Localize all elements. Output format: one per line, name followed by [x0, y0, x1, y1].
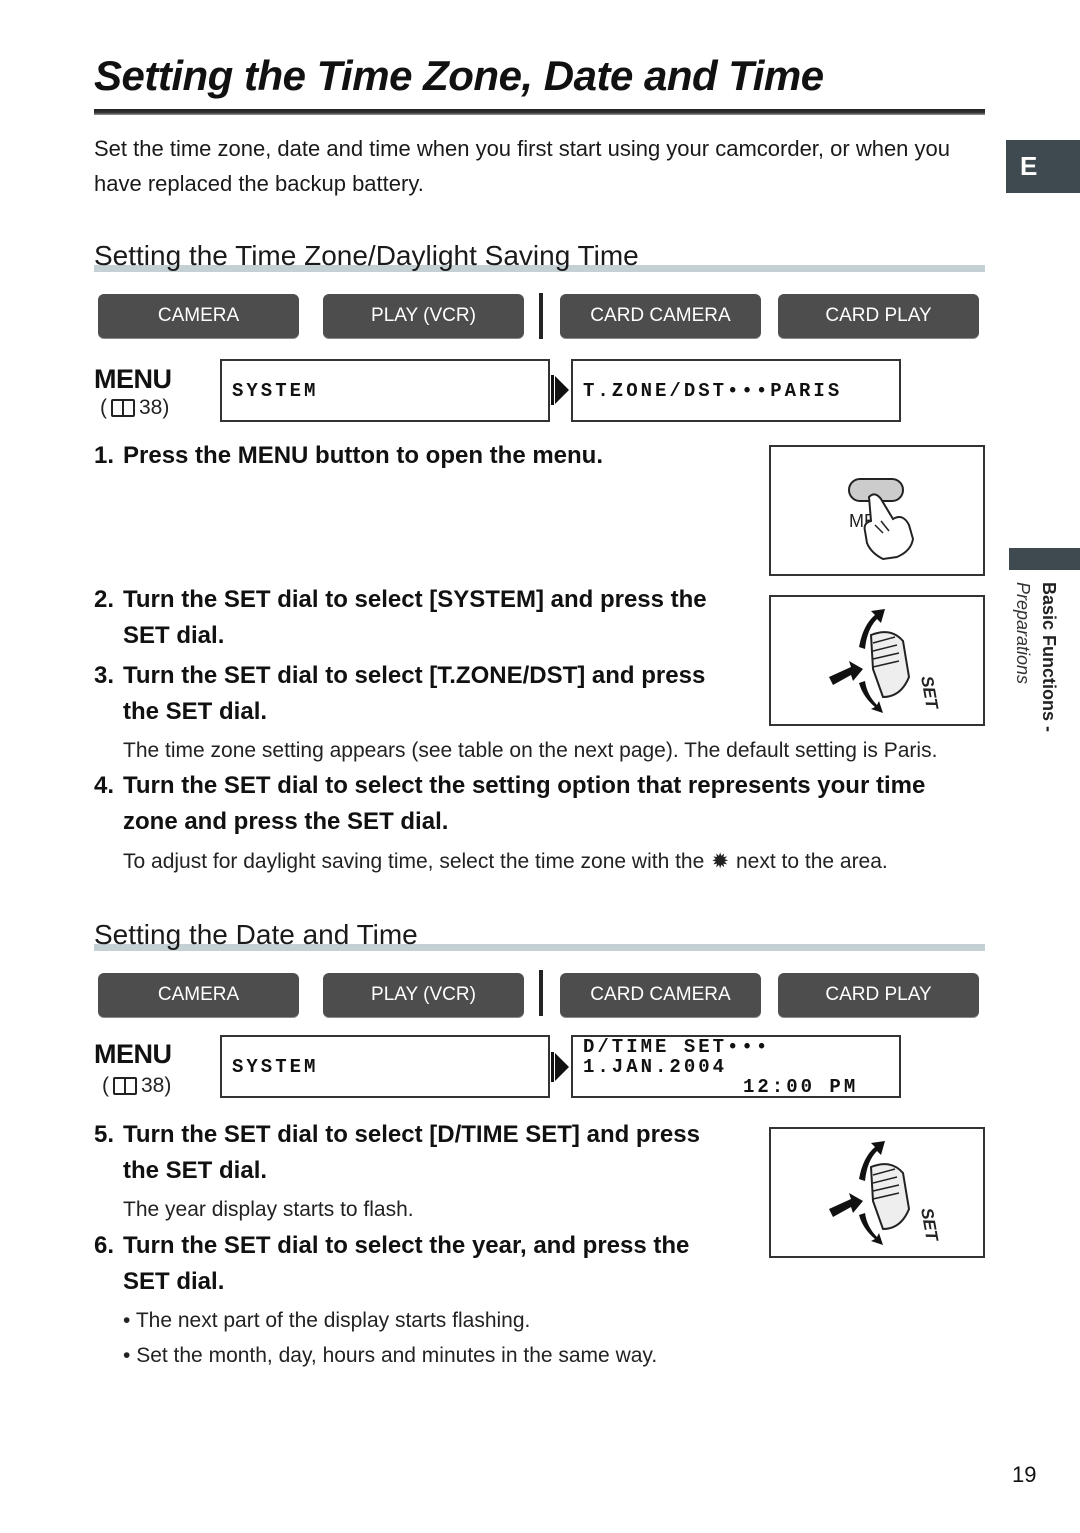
page-title: Setting the Time Zone, Date and Time — [94, 52, 824, 99]
lcd-menu-tzone: T.ZONE/DST•••PARIS — [571, 359, 901, 422]
ref-page: 38) — [139, 396, 170, 419]
note-step-4: To adjust for daylight saving time, sele… — [123, 847, 888, 877]
mode-play-vcr: PLAY (VCR) — [323, 973, 524, 1017]
section-title-date-time: Setting the Date and Time — [94, 919, 418, 950]
set-dial-icon: SET — [829, 1141, 942, 1245]
mode-card-camera: CARD CAMERA — [560, 973, 761, 1017]
intro-paragraph: Set the time zone, date and time when yo… — [94, 136, 950, 196]
step-2: 2. Turn the SET dial to select [SYSTEM] a… — [94, 586, 707, 649]
mode-camera: CAMERA — [98, 294, 299, 338]
mode-camera: CAMERA — [98, 973, 299, 1017]
page-number: 19 — [1012, 1462, 1037, 1487]
menu-logo: MENU — [94, 1039, 172, 1069]
lcd-text: SYSTEM — [232, 1055, 319, 1078]
step-1: 1. Press the MENU button to open the menu… — [94, 442, 604, 469]
lcd-text-line1: D/TIME SET••• 1.JAN.2004 — [583, 1035, 771, 1078]
mode-play-vcr: PLAY (VCR) — [323, 294, 524, 338]
section-title-time-zone: Setting the Time Zone/Daylight Saving Ti… — [94, 240, 639, 271]
set-dial-illustration: SET — [769, 1127, 985, 1258]
title-rule — [94, 109, 985, 115]
mode-card-camera: CARD CAMERA — [560, 294, 761, 338]
double-arrow-icon — [551, 375, 569, 405]
illus-set-label: SET — [917, 674, 942, 711]
mode-separator — [539, 970, 543, 1016]
language-tab: E — [1006, 140, 1080, 193]
menu-page-ref: ( 38) — [100, 396, 169, 420]
menu-page-ref: ( 38) — [102, 1074, 171, 1098]
finger-press-icon: ME — [848, 478, 915, 561]
book-icon — [113, 1077, 137, 1095]
note-step-3: The time zone setting appears (see table… — [123, 739, 938, 762]
step-5: 5. Turn the SET dial to select [D/TIME SE… — [94, 1121, 700, 1184]
menu-logo: MENU — [94, 364, 172, 394]
set-dial-illustration: SET — [769, 595, 985, 726]
ref-open: ( — [100, 396, 107, 419]
step-3: 3. Turn the SET dial to select [T.ZONE/DS… — [94, 662, 706, 725]
chapter-tab — [1009, 548, 1080, 570]
lcd-text: T.ZONE/DST•••PARIS — [583, 379, 843, 402]
bullet-item: • Set the month, day, hours and minutes … — [123, 1344, 658, 1367]
lcd-text-line2: 12:00 PM — [743, 1075, 859, 1098]
lcd-menu-datetime: D/TIME SET••• 1.JAN.2004 12:00 PM — [571, 1035, 901, 1098]
note-step-5: The year display starts to flash. — [123, 1198, 414, 1221]
mode-card-play: CARD PLAY — [778, 294, 979, 338]
ref-open: ( — [102, 1074, 109, 1097]
menu-button-illustration: ME — [769, 445, 985, 576]
ref-page: 38) — [141, 1074, 172, 1097]
mode-separator — [539, 293, 543, 339]
lcd-text: SYSTEM — [232, 379, 319, 402]
lcd-menu-system: SYSTEM — [220, 1035, 550, 1098]
sun-icon: ✹ — [711, 850, 729, 873]
step-6: 6. Turn the SET dial to select the year, … — [94, 1232, 690, 1295]
illus-set-label: SET — [917, 1206, 942, 1243]
lcd-menu-system: SYSTEM — [220, 359, 550, 422]
double-arrow-icon — [551, 1052, 569, 1082]
mode-card-play: CARD PLAY — [778, 973, 979, 1017]
set-dial-icon: SET — [829, 609, 942, 713]
chapter-label: Basic Functions - Preparations — [1013, 582, 1059, 733]
step-4: 4. Turn the SET dial to select the settin… — [94, 772, 926, 835]
bullet-item: • The next part of the display starts fl… — [123, 1309, 531, 1332]
book-icon — [111, 399, 135, 417]
